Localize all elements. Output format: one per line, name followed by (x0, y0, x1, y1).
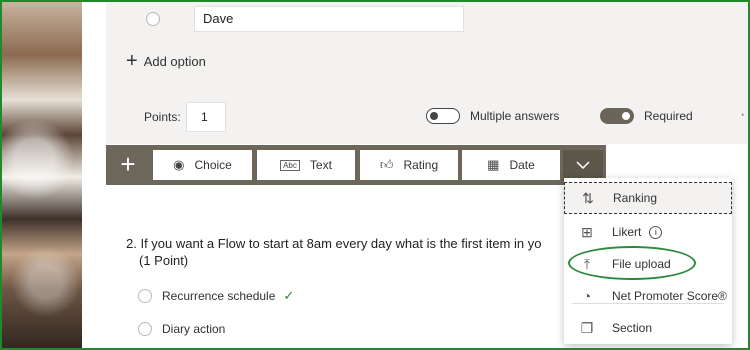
radio-icon: ◉ (173, 157, 185, 172)
option-radio (146, 12, 160, 26)
dropdown-item-label: Likert (612, 225, 642, 239)
more-question-types-button[interactable] (563, 150, 603, 180)
add-option-label: Add option (143, 53, 206, 69)
add-question-button[interactable]: + (116, 150, 140, 180)
text-label: Text (309, 158, 332, 172)
dropdown-item-net-promoter-score[interactable]: ◔ Net Promoter Score® (564, 280, 732, 312)
option-input[interactable]: Dave (194, 6, 464, 32)
calendar-icon: ▦ (487, 157, 500, 172)
date-label: Date (509, 158, 535, 172)
question-2-points: (1 Point) (139, 253, 189, 268)
question-2: 2. If you want a Flow to start at 8am ev… (126, 235, 541, 269)
answer-label: Diary action (162, 322, 226, 336)
answer-option[interactable]: Diary action (138, 322, 225, 336)
upload-icon: ⤒ (583, 255, 591, 272)
dropdown-item-label: Net Promoter Score® (612, 289, 727, 303)
rating-button[interactable]: 👍︎ Rating (360, 150, 458, 180)
dropdown-item-likert[interactable]: ⊞ Likert i (564, 216, 732, 248)
chevron-down-icon (576, 161, 590, 169)
screenshot-frame: Dave + Add option Points: 1 Multiple ans… (0, 0, 750, 350)
question-type-dropdown: ⇅ Ranking ⊞ Likert i ⤒ File upload ◔ Net… (564, 178, 732, 344)
add-option-button[interactable]: + Add option (126, 50, 206, 72)
points-label: Points: (144, 110, 181, 124)
answer-label: Recurrence schedule (162, 289, 276, 303)
dropdown-item-file-upload[interactable]: ⤒ File upload (564, 248, 732, 280)
question-1-editor: Dave + Add option Points: 1 Multiple ans… (106, 2, 748, 144)
plus-icon: + (126, 50, 138, 72)
grid-icon: ⊞ (581, 223, 593, 240)
dropdown-item-label: File upload (612, 257, 671, 271)
answer-radio[interactable] (138, 322, 152, 336)
dropdown-divider (572, 303, 724, 304)
rating-label: Rating (403, 158, 439, 172)
question-2-title: 2. If you want a Flow to start at 8am ev… (126, 236, 542, 251)
dropdown-item-label: Section (612, 321, 653, 335)
choice-label: Choice (194, 158, 232, 172)
more-options-button[interactable]: ··· (740, 106, 748, 124)
date-button[interactable]: ▦ Date (462, 150, 560, 180)
correct-check-icon: ✓ (283, 288, 295, 303)
dropdown-item-section[interactable]: ❐ Section (564, 312, 732, 344)
background-image (2, 2, 82, 348)
dropdown-item-label: Ranking (613, 191, 658, 205)
multiple-answers-label: Multiple answers (470, 109, 560, 123)
choice-button[interactable]: ◉ Choice (153, 150, 252, 180)
required-toggle[interactable] (600, 108, 634, 124)
text-button[interactable]: Abc Text (257, 150, 355, 180)
required-label: Required (644, 109, 693, 123)
multiple-answers-toggle[interactable] (426, 108, 460, 124)
info-icon[interactable]: i (649, 225, 663, 239)
section-icon: ❐ (580, 319, 594, 336)
answer-option[interactable]: Recurrence schedule ✓ (138, 288, 294, 304)
gauge-icon: ◔ (582, 288, 592, 304)
text-icon: Abc (280, 159, 300, 171)
question-type-toolbar: + ◉ Choice Abc Text 👍︎ Rating ▦ Date (106, 145, 606, 185)
answer-radio[interactable] (138, 289, 152, 303)
thumbs-up-icon: 👍︎ (379, 157, 394, 172)
dropdown-item-ranking[interactable]: ⇅ Ranking (564, 182, 732, 214)
sort-arrows-icon: ⇅ (582, 189, 594, 206)
points-input[interactable]: 1 (186, 102, 226, 132)
